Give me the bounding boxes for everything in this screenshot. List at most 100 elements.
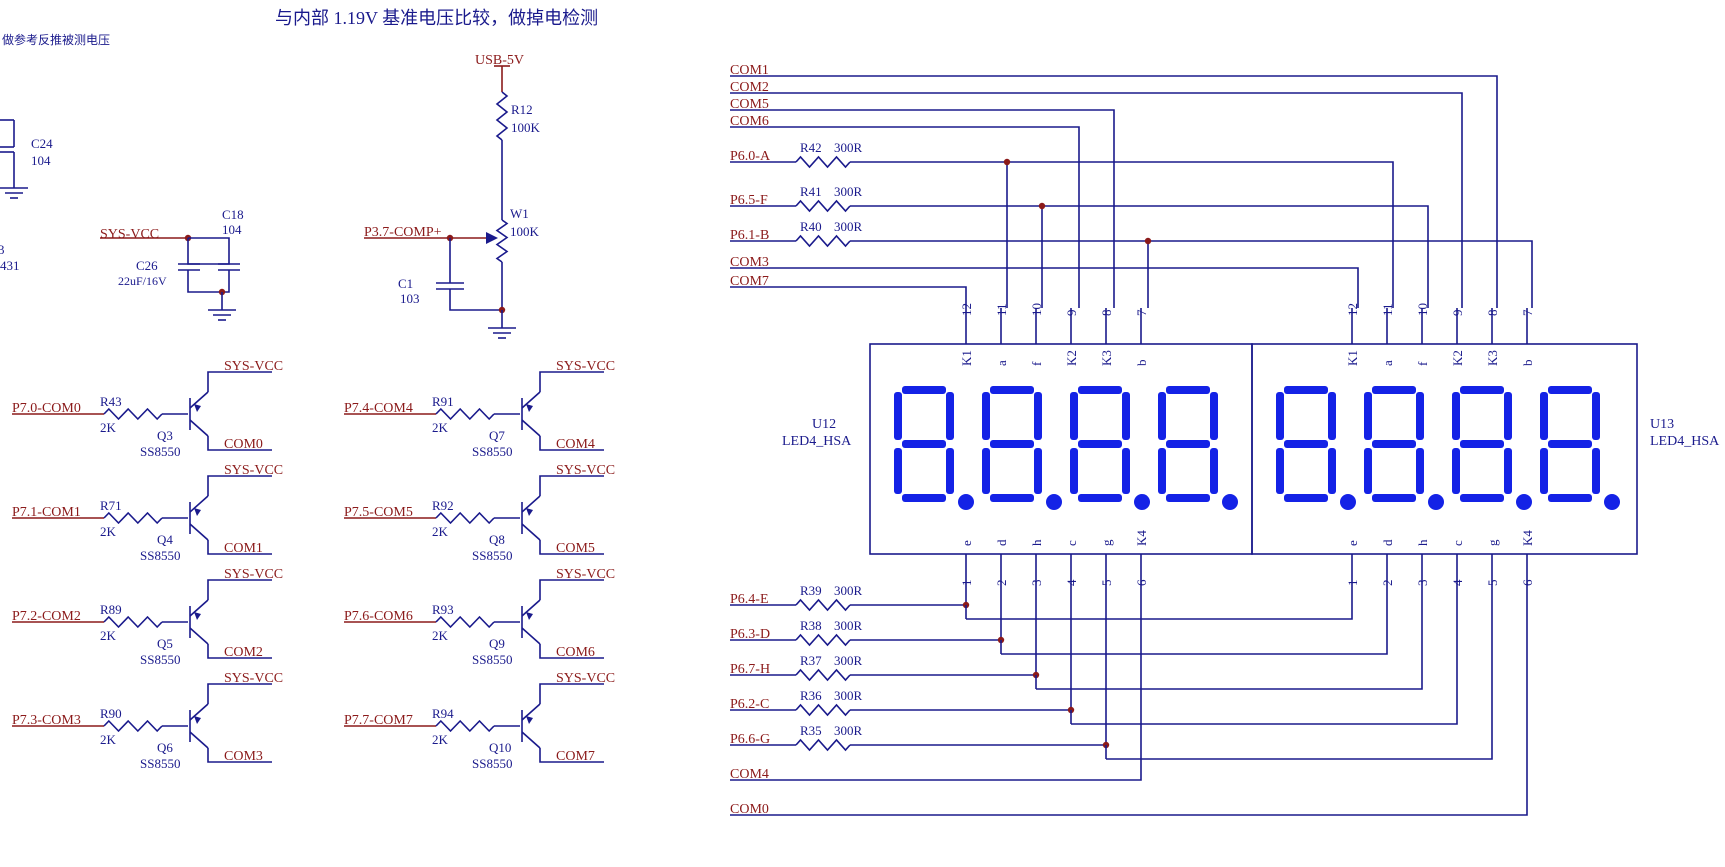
display-part: LED4_HSA [1650,434,1720,449]
resistor-ref: R71 [100,498,122,513]
segment-resistor-ref: R42 [800,140,822,155]
transistor-arrow [526,716,533,724]
transistor-collector [189,731,209,749]
digit-segment [1548,440,1592,448]
c26-value: 22uF/16V [118,274,167,288]
c1-ref: C1 [398,276,413,291]
digit-segment [902,440,946,448]
c24-ref: C24 [31,136,53,151]
generated-elements: C241043431SYS-VCCC18104C2622uF/16VUSB-5V… [0,53,1720,817]
transistor-part: SS8550 [472,756,512,771]
resistor-value: 2K [432,732,449,747]
decimal-point [1134,494,1150,510]
segment-resistor [795,668,851,682]
digit-segment [1166,494,1210,502]
resistor-value: 2K [432,524,449,539]
r12-ref: R12 [511,102,533,117]
junction-dot [1003,158,1011,166]
com-net-wire [730,126,1080,308]
segment-resistor [795,598,851,612]
digit-segment [894,448,902,494]
segment-resistor-ref: R37 [800,653,822,668]
pin-number: 6 [1134,579,1149,586]
pin-name: K4 [1520,530,1535,546]
vcc-label: SYS-VCC [556,567,615,582]
segment-resistor-ref: R39 [800,583,822,598]
transistor-arrow [526,508,533,516]
transistor-part: SS8550 [140,548,180,563]
digit-segment [1166,440,1210,448]
digit-segment [1460,494,1504,502]
pin-number: 1 [959,580,974,587]
base-resistor [435,719,495,733]
pin-name: g [1099,539,1114,546]
resistor-value: 2K [100,732,117,747]
c18-value: 104 [222,222,242,237]
pin-number: 4 [1450,579,1465,586]
decimal-point [1516,494,1532,510]
schematic-canvas: C241043431SYS-VCCC18104C2622uF/16VUSB-5V… [0,8,1720,817]
digit-segment [1416,448,1424,494]
resistor-value: 2K [100,628,117,643]
resistor-ref: R91 [432,394,454,409]
digit-segment [990,440,1034,448]
digit-segment [1284,494,1328,502]
pin-name: K1 [1345,350,1360,366]
wiper-arrow [486,232,498,244]
display-ref: U13 [1650,417,1674,432]
pin-name: e [959,540,974,546]
decimal-point [1340,494,1356,510]
transistor-collector [189,627,209,645]
pin-name: K2 [1064,350,1079,366]
pin-number: 5 [1099,580,1114,587]
digit-segment [1070,392,1078,440]
segment-resistor [795,703,851,717]
pin-name: K4 [1134,530,1149,546]
driver-input-label: P7.4-COM4 [344,401,413,416]
pin-name: h [1415,539,1430,546]
com-output-label: COM7 [556,749,595,764]
segment-resistor [795,199,851,213]
transistor-arrow [194,612,201,620]
com-output-label: COM2 [224,645,263,660]
segment-net-wire [850,240,1533,308]
digit-segment [1276,448,1284,494]
segment-net-wire [850,205,1429,308]
base-resistor [103,615,163,629]
segment-net-wire [1071,590,1458,725]
digit-segment [982,448,990,494]
junction-dot [1038,202,1046,210]
pin-name: K3 [1099,350,1114,366]
base-resistor [103,719,163,733]
digit-segment [1122,448,1130,494]
pin-name: g [1485,539,1500,546]
segment-resistor-value: 300R [834,653,863,668]
com-output-label: COM3 [224,749,263,764]
resistor-value: 2K [432,420,449,435]
digit-segment [1122,392,1130,440]
vcc-wire [207,683,272,704]
schematic-title: 与内部 1.19V 基准电压比较，做掉电检测 [275,8,598,28]
com-output-label: COM5 [556,541,595,556]
segment-resistor-value: 300R [834,184,863,199]
pin-number: 3 [1415,580,1430,587]
pin-name: a [994,360,1009,366]
pin-number: 7 [1520,309,1535,316]
digit-segment [1364,448,1372,494]
pin-number: 9 [1064,310,1079,317]
vcc-wire [539,475,604,496]
segment-resistor [795,234,851,248]
decimal-point [1046,494,1062,510]
driver-input-label: P7.3-COM3 [12,713,81,728]
pin-number: 2 [994,580,1009,587]
transistor-collector [521,627,541,645]
wire [449,289,502,311]
decimal-point [1428,494,1444,510]
segment-net-wire [1106,590,1493,760]
digit-segment [946,448,954,494]
driver-input-label: P7.7-COM7 [344,713,413,728]
pin-number: 3 [1029,580,1044,587]
base-resistor [103,511,163,525]
decimal-point [958,494,974,510]
digit-segment [1210,392,1218,440]
